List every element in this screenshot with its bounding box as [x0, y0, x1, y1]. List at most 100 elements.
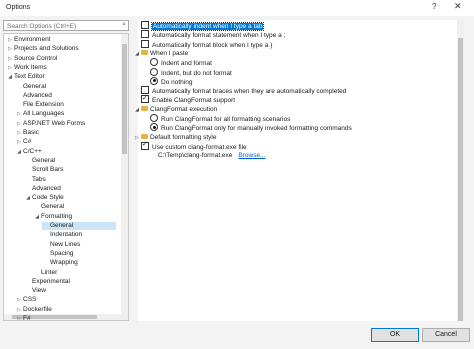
tree-item[interactable]: ▷ Basic: [15, 129, 116, 137]
tree-item-label: Advanced: [23, 91, 52, 99]
options-vertical-scrollbar[interactable]: [457, 20, 464, 321]
tree-item[interactable]: Spacing: [42, 250, 116, 258]
tree-item[interactable]: ▷ Environment: [6, 36, 116, 44]
ok-button[interactable]: OK: [371, 328, 419, 342]
checkbox[interactable]: [141, 86, 149, 95]
collapse-arrow-icon[interactable]: ◢: [6, 73, 14, 81]
option-radio[interactable]: Do nothing: [150, 76, 192, 86]
radio-button[interactable]: [150, 114, 158, 122]
tree-item[interactable]: Scroll Bars: [24, 166, 116, 174]
tree-item-label: CSS: [23, 296, 37, 304]
tree-scroll-thumb[interactable]: [122, 44, 127, 154]
group-label: When I paste: [150, 49, 189, 57]
search-input[interactable]: Search Options (Ctrl+E) ⌕: [3, 20, 129, 31]
option-radio[interactable]: Run ClangFormat for all formatting scena…: [150, 114, 290, 123]
option-checkbox[interactable]: Automatically format braces when they ar…: [141, 86, 346, 95]
checkbox[interactable]: [141, 94, 149, 104]
tree-item-label: General: [50, 222, 74, 229]
tree-item[interactable]: Indentation: [42, 231, 116, 239]
tree-item-label: General: [41, 203, 65, 211]
tree-item[interactable]: Linter: [33, 269, 116, 277]
expand-arrow-icon[interactable]: ▷: [15, 120, 23, 128]
tree-item[interactable]: General: [15, 83, 116, 91]
tree-item[interactable]: View: [24, 287, 116, 295]
tree-item[interactable]: Experimental: [24, 278, 116, 286]
option-radio[interactable]: Indent and format: [150, 58, 212, 67]
tree-item[interactable]: ◢ C/C++: [15, 148, 116, 156]
tree-item[interactable]: ▷ Source Control: [6, 55, 116, 63]
expand-arrow-icon[interactable]: ▷: [15, 306, 23, 314]
tree-item[interactable]: ▷ Projects and Solutions: [6, 45, 116, 53]
option-label: Enable ClangFormat support: [152, 97, 236, 105]
browse-link[interactable]: Browse...: [238, 152, 265, 159]
collapse-arrow-icon[interactable]: ◢: [33, 213, 41, 221]
tree-item[interactable]: Tabs: [24, 176, 116, 184]
tree-item[interactable]: ▷ Work Items: [6, 64, 116, 72]
tree-item[interactable]: General: [24, 157, 116, 165]
tree-item[interactable]: ▷ C#: [15, 138, 116, 146]
tree-item-label: F#: [23, 315, 31, 321]
tree-item[interactable]: Advanced: [15, 92, 116, 100]
radio-button[interactable]: [150, 67, 158, 76]
option-group[interactable]: ◢ ClangFormat execution: [133, 105, 217, 114]
expand-arrow-icon[interactable]: ▷: [15, 138, 23, 146]
options-tree[interactable]: ▷ Environment ▷ Projects and Solutions ▷ Sour…: [3, 33, 129, 321]
tree-item[interactable]: ◢ Code Style: [24, 194, 116, 202]
close-icon[interactable]: ✕: [454, 1, 462, 12]
cancel-button[interactable]: Cancel: [422, 328, 470, 342]
tree-item[interactable]: General: [42, 222, 116, 230]
tree-item[interactable]: New Lines: [42, 241, 116, 249]
tree-item[interactable]: General: [33, 203, 116, 211]
tree-item[interactable]: File Extension: [15, 101, 116, 109]
collapse-arrow-icon[interactable]: ◢: [24, 194, 32, 202]
expand-arrow-icon[interactable]: ▷: [6, 36, 14, 44]
tree-item[interactable]: ▷ Dockerfile: [15, 306, 116, 314]
option-checkbox[interactable]: Enable ClangFormat support: [141, 94, 236, 105]
option-label: Indent, but do not format: [161, 69, 232, 77]
group-label: Default formatting style: [150, 133, 217, 141]
expand-arrow-icon[interactable]: ▷: [15, 296, 23, 304]
tree-item[interactable]: Wrapping: [42, 259, 116, 267]
tree-vertical-scrollbar[interactable]: [121, 34, 128, 320]
option-group[interactable]: ◢ When I paste: [133, 49, 188, 58]
radio-button[interactable]: [150, 76, 158, 85]
option-checkbox[interactable]: Use custom clang-format.exe file: [141, 140, 247, 151]
collapse-arrow-icon[interactable]: ◢: [133, 106, 141, 115]
expand-arrow-icon[interactable]: ▷: [133, 134, 141, 143]
tree-item-label: Experimental: [32, 277, 70, 285]
collapse-arrow-icon[interactable]: ◢: [15, 148, 23, 156]
expand-arrow-icon[interactable]: ▷: [15, 315, 23, 320]
radio-button[interactable]: [150, 123, 158, 132]
option-label: Automatically indent when I type a tab: [150, 22, 265, 31]
tree-item-label: Code Style: [32, 194, 64, 202]
tree-item[interactable]: ▷ F#: [15, 315, 116, 321]
tree-item[interactable]: ◢ Text Editor: [6, 73, 116, 81]
option-radio[interactable]: Indent, but do not format: [150, 67, 232, 77]
tree-item[interactable]: Advanced: [24, 185, 116, 193]
option-radio[interactable]: Run ClangFormat only for manually invoke…: [150, 123, 352, 132]
tree-item[interactable]: ▷ All Languages: [15, 110, 116, 118]
tree-item[interactable]: ◢ Formatting: [33, 213, 116, 221]
checkbox[interactable]: [141, 39, 149, 48]
radio-button[interactable]: [150, 58, 158, 67]
folder-icon: [141, 133, 148, 139]
checkbox[interactable]: [141, 21, 149, 29]
tree-item[interactable]: ▷ ASP.NET Web Forms: [15, 120, 116, 128]
expand-arrow-icon[interactable]: ▷: [15, 110, 23, 118]
option-checkbox[interactable]: Automatically indent when I type a tab: [141, 21, 265, 31]
help-icon[interactable]: ?: [432, 2, 436, 11]
expand-arrow-icon[interactable]: ▷: [6, 45, 14, 53]
option-checkbox[interactable]: Automatically format statement when I ty…: [141, 30, 285, 39]
expand-arrow-icon[interactable]: ▷: [6, 64, 14, 72]
tree-item[interactable]: ▷ CSS: [15, 296, 116, 304]
search-placeholder: Search Options (Ctrl+E): [7, 22, 77, 30]
tree-item-label: Linter: [41, 268, 58, 276]
expand-arrow-icon[interactable]: ▷: [15, 129, 23, 137]
options-scroll-thumb[interactable]: [458, 38, 463, 321]
checkbox[interactable]: [141, 140, 149, 150]
tree-item-label: New Lines: [50, 240, 81, 248]
option-checkbox[interactable]: Automatically format block when I type a…: [141, 39, 272, 49]
checkbox[interactable]: [141, 30, 149, 39]
collapse-arrow-icon[interactable]: ◢: [133, 50, 141, 59]
expand-arrow-icon[interactable]: ▷: [6, 55, 14, 63]
